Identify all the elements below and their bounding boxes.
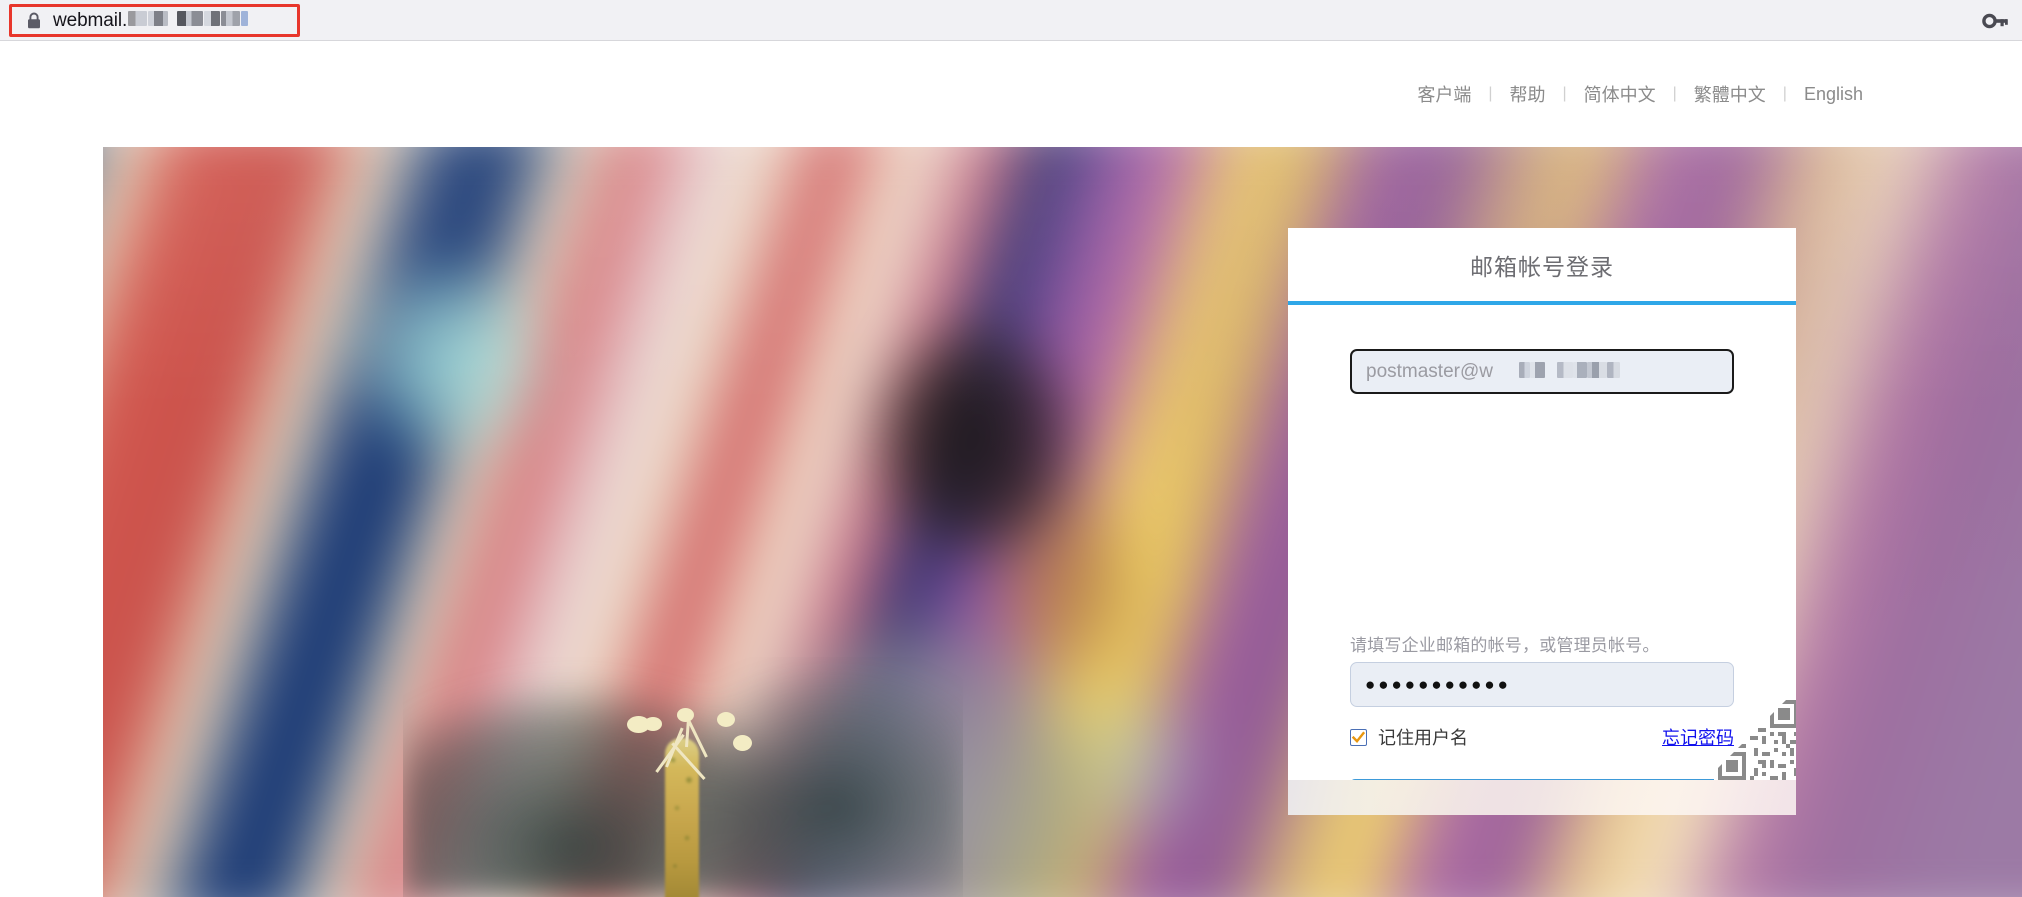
url-redacted-block: [204, 10, 221, 26]
remember-username-checkbox[interactable]: [1350, 728, 1367, 746]
nav-item-help[interactable]: 帮助: [1492, 81, 1562, 107]
flower-stamen: [733, 735, 752, 751]
nav-item-client[interactable]: 客户端: [1400, 81, 1488, 107]
remember-username-label: 记住用户名: [1378, 728, 1468, 748]
url-redacted-block: [148, 10, 169, 26]
username-field-wrapper: [1350, 349, 1734, 394]
flower-stamen: [717, 712, 735, 727]
login-card-body: 邮箱帐号登录 请填写企业邮箱的帐号，或管理员帐号。: [1288, 228, 1796, 780]
username-input[interactable]: [1350, 349, 1734, 394]
flower-stamen: [677, 708, 694, 722]
url-redacted-block: [221, 10, 241, 26]
password-input[interactable]: [1350, 662, 1734, 707]
username-hint-text: 请填写企业邮箱的帐号，或管理员帐号。: [1350, 636, 1660, 655]
url-prefix: webmail.: [53, 9, 128, 31]
key-icon[interactable]: [1982, 10, 2008, 32]
nav-item-traditional-chinese[interactable]: 繁體中文: [1677, 81, 1783, 107]
login-card: 邮箱帐号登录 请填写企业邮箱的帐号，或管理员帐号。: [1288, 228, 1796, 815]
remember-row: 记住用户名 忘记密码: [1350, 725, 1734, 749]
nav-item-simplified-chinese[interactable]: 简体中文: [1567, 81, 1673, 107]
language-nav: 客户端 | 帮助 | 简体中文 | 繁體中文 | English: [0, 41, 2022, 147]
remember-checkbox-group[interactable]: 记住用户名: [1350, 724, 1468, 750]
address-bar[interactable]: webmail.: [9, 4, 300, 37]
login-card-footer-strip: [1288, 780, 1796, 815]
nav-item-english[interactable]: English: [1787, 84, 1880, 105]
lock-icon: [26, 12, 42, 30]
flower-photo-overlay: [403, 657, 963, 897]
url-redacted-block: [128, 10, 148, 26]
forgot-password-link[interactable]: 忘记密码: [1662, 724, 1734, 750]
flower-stamen: [644, 717, 662, 731]
address-bar-url: webmail.: [53, 9, 249, 32]
password-field-wrapper: [1350, 662, 1734, 707]
url-redacted-block: [177, 10, 204, 26]
title-underline: [1288, 301, 1796, 305]
browser-toolbar: webmail.: [0, 0, 2022, 41]
login-card-title: 邮箱帐号登录: [1470, 253, 1614, 280]
url-redacted-block: [241, 10, 249, 26]
